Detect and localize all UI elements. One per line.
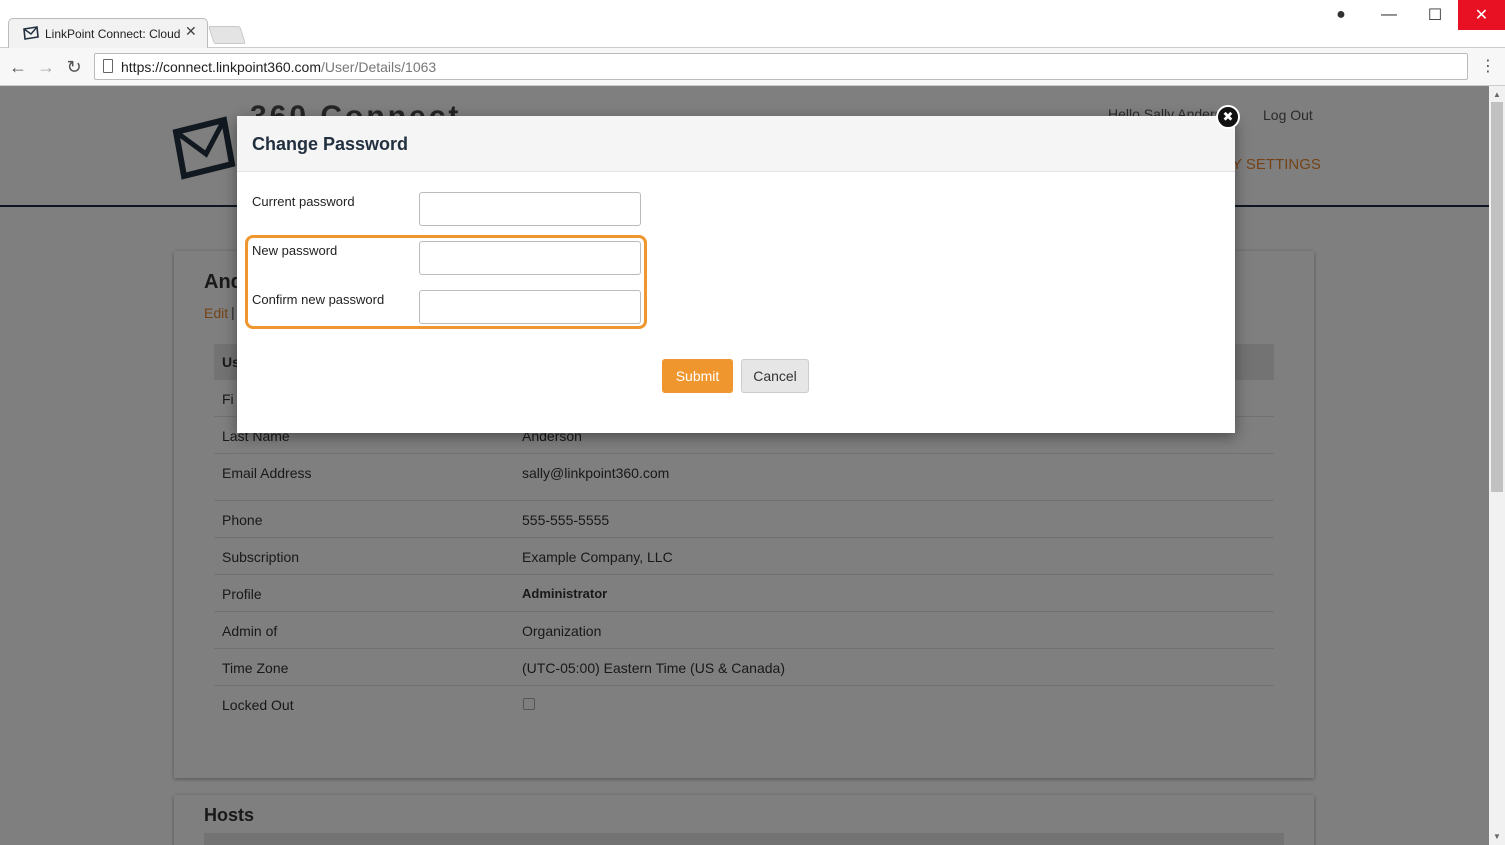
- profile-icon[interactable]: ●: [1318, 0, 1364, 30]
- forward-arrow-icon[interactable]: →: [34, 55, 58, 79]
- dialog-header: Change Password: [237, 116, 1235, 172]
- maximize-button[interactable]: ☐: [1412, 0, 1458, 30]
- current-password-input[interactable]: [419, 192, 641, 226]
- cancel-button[interactable]: Cancel: [741, 359, 809, 393]
- page-icon: [103, 59, 113, 73]
- reload-icon[interactable]: ↻: [62, 55, 86, 79]
- browser-toolbar: ← → ↻ https://connect.linkpoint360.com/U…: [0, 48, 1505, 86]
- scroll-down-arrow-icon[interactable]: ▼: [1493, 832, 1501, 841]
- scroll-thumb[interactable]: [1491, 102, 1503, 492]
- new-password-input[interactable]: [419, 241, 641, 275]
- close-window-button[interactable]: ✕: [1458, 0, 1505, 30]
- dialog-title: Change Password: [252, 134, 409, 154]
- confirm-password-input[interactable]: [419, 290, 641, 324]
- back-arrow-icon[interactable]: ←: [6, 55, 30, 79]
- url-host: https://connect.linkpoint360.com: [121, 59, 322, 75]
- linkpoint-favicon-icon: [23, 26, 39, 40]
- new-password-label: New password: [252, 243, 338, 258]
- page-scrollbar[interactable]: ▲ ▼: [1489, 86, 1505, 845]
- browser-tab[interactable]: LinkPoint Connect: Cloud ✕: [8, 18, 208, 48]
- tab-close-icon[interactable]: ✕: [185, 23, 197, 40]
- browser-menu-icon[interactable]: ⋮: [1480, 56, 1496, 76]
- new-tab-button[interactable]: [208, 26, 246, 44]
- dialog-close-icon[interactable]: ✖: [1216, 105, 1240, 129]
- submit-button[interactable]: Submit: [662, 359, 733, 393]
- change-password-dialog: Change Password Current password New pas…: [237, 116, 1235, 433]
- browser-title-bar: LinkPoint Connect: Cloud ✕ ● — ☐ ✕: [0, 0, 1505, 48]
- tab-title: LinkPoint Connect: Cloud: [45, 27, 181, 41]
- address-bar[interactable]: https://connect.linkpoint360.com/User/De…: [94, 53, 1468, 80]
- url-text: https://connect.linkpoint360.com/User/De…: [121, 59, 436, 75]
- url-path: /User/Details/1063: [321, 59, 437, 75]
- scroll-up-arrow-icon[interactable]: ▲: [1493, 90, 1501, 99]
- confirm-password-label: Confirm new password: [252, 292, 385, 307]
- current-password-label: Current password: [252, 194, 355, 209]
- minimize-button[interactable]: —: [1366, 0, 1412, 30]
